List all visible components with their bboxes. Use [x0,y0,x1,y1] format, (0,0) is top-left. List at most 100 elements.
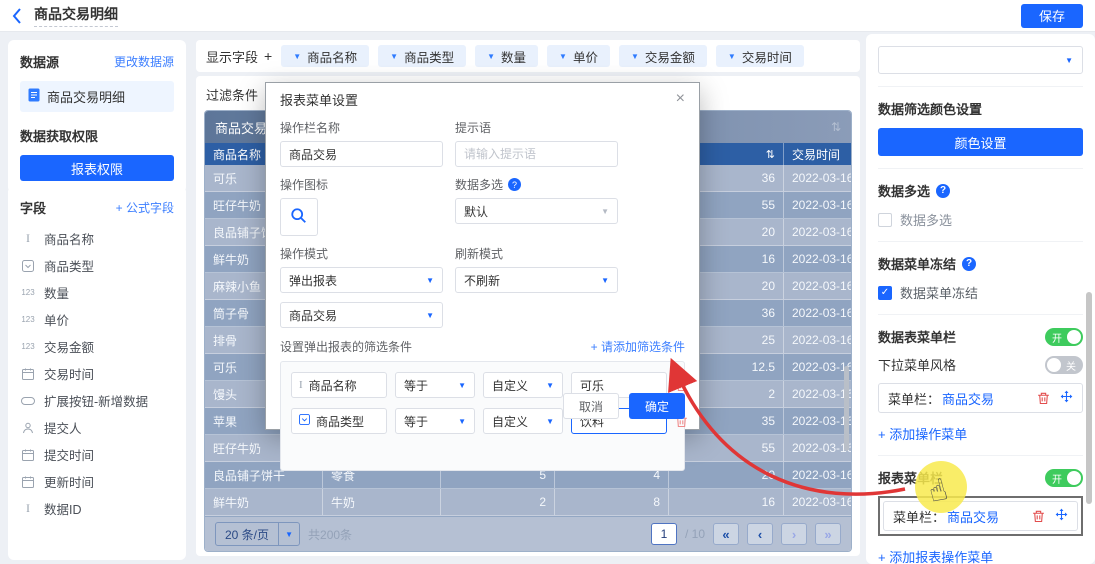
field-chip[interactable]: I商品名称 [291,372,387,398]
conditions-label: 设置弹出报表的筛选条件 [280,338,412,355]
help-icon[interactable]: ? [962,257,976,271]
chevron-down-icon: ▼ [601,207,609,216]
dropdown-style-toggle[interactable]: 关 [1045,356,1083,374]
add-report-menu-link[interactable]: + 添加报表操作菜单 [878,547,1083,564]
trash-icon[interactable] [1037,392,1050,405]
save-button[interactable]: 保存 [1021,4,1083,28]
chevron-down-icon: ▼ [293,52,301,61]
icon-picker-button[interactable] [280,198,318,236]
tip-label: 提示语 [455,119,618,136]
operator-select[interactable]: 等于▼ [395,372,475,398]
action-name-label: 操作栏名称 [280,119,443,136]
field-item[interactable]: I商品名称 [20,225,174,252]
value-type-select[interactable]: 自定义▼ [483,372,563,398]
field-chip[interactable]: ▼商品类型 [378,45,466,67]
field-chip[interactable]: ▼交易时间 [716,45,804,67]
tip-input[interactable] [455,141,618,167]
next-page-button[interactable]: › [781,523,807,545]
mode-select[interactable]: 弹出报表▼ [280,267,443,293]
report-menu-settings-modal: 报表菜单设置 × 操作栏名称 提示语 操作图标 数据多选? 默认▼ [265,82,700,430]
chevron-down-icon: ▼ [278,523,299,545]
field-item[interactable]: 提交人 [20,414,174,441]
dropdown-style-label: 下拉菜单风格 [878,355,956,374]
last-page-button[interactable]: » [815,523,841,545]
field-item[interactable]: 商品类型 [20,252,174,279]
field-item[interactable]: 更新时间 [20,468,174,495]
help-icon[interactable]: ? [936,184,950,198]
refresh-label: 刷新模式 [455,245,618,262]
first-page-button[interactable]: « [713,523,739,545]
number-icon: 123 [20,288,36,297]
table-scrollbar[interactable] [844,366,849,451]
delete-condition-icon[interactable] [675,379,688,392]
field-item[interactable]: 扩展按钮-新增数据 [20,387,174,414]
multi-select[interactable]: 默认▼ [455,198,618,224]
back-icon[interactable] [12,8,22,24]
formula-field-link[interactable]: + 公式字段 [116,199,174,216]
action-name-input[interactable] [280,141,443,167]
add-menu-link[interactable]: + 添加操作菜单 [878,424,1083,443]
page-input[interactable]: 1 [651,523,677,545]
confirm-button[interactable]: 确定 [629,393,685,419]
report-menu-item-box[interactable]: 菜单栏： 商品交易 [883,501,1078,531]
page-count: / 10 [685,527,705,541]
page-size-select[interactable]: 20 条/页 ▼ [215,522,300,546]
color-settings-button[interactable]: 颜色设置 [878,128,1083,156]
help-icon[interactable]: ? [508,178,521,191]
search-icon [290,207,308,228]
checkbox-unchecked-icon[interactable] [878,213,892,227]
field-chip[interactable]: ▼交易金额 [619,45,707,67]
multi-select-title: 数据多选 [878,181,930,200]
mode-label: 操作模式 [280,245,443,262]
field-item[interactable]: 123数量 [20,279,174,306]
add-condition-link[interactable]: + 请添加筛选条件 [591,338,685,355]
panel-top-select[interactable]: ▼ [878,46,1083,74]
field-item[interactable]: 提交时间 [20,441,174,468]
field-chip[interactable]: ▼数量 [475,45,538,67]
checkbox-checked-icon[interactable]: ✓ [878,286,892,300]
field-chip[interactable]: 商品类型 [291,408,387,434]
report-permission-button[interactable]: 报表权限 [20,155,174,181]
sort-icon[interactable]: ⇅ [831,120,841,134]
move-icon[interactable] [1060,390,1073,406]
field-item[interactable]: 交易时间 [20,360,174,387]
add-field-icon[interactable]: + [264,48,272,64]
pagination-bar: 20 条/页 ▼ 共200条 1 / 10 « ‹ › » [205,516,851,551]
operator-select[interactable]: 等于▼ [395,408,475,434]
report-menu-toggle[interactable]: 开 [1045,469,1083,487]
field-chip[interactable]: ▼商品名称 [281,45,369,67]
prev-page-button[interactable]: ‹ [747,523,773,545]
trash-icon[interactable] [1032,510,1045,523]
report-select[interactable]: 商品交易▼ [280,302,443,328]
report-menu-item-highlight: 菜单栏： 商品交易 [878,496,1083,536]
filter-label: 过滤条件 [206,85,258,104]
value-type-select[interactable]: 自定义▼ [483,408,563,434]
field-item[interactable]: 123交易金额 [20,333,174,360]
move-icon[interactable] [1055,508,1068,524]
multi-select-checkbox-row[interactable]: 数据多选 [878,210,1083,229]
column-header[interactable]: 交易时间 [784,143,851,165]
sort-icon[interactable]: ⇅ [766,148,775,161]
chevron-down-icon: ▼ [390,52,398,61]
permission-title: 数据获取权限 [20,126,174,145]
display-fields-label: 显示字段 [206,47,258,66]
modal-title: 报表菜单设置 [280,90,358,109]
change-datasource-link[interactable]: 更改数据源 [114,53,174,70]
datasource-card: 数据源 更改数据源 商品交易明细 数据获取权限 报表权限 [8,40,186,193]
field-item[interactable]: 123单价 [20,306,174,333]
chevron-down-icon: ▼ [426,311,434,320]
table-row[interactable]: 鲜牛奶牛奶28162022-03-16 15: [205,489,851,516]
menu-freeze-checkbox-row[interactable]: ✓ 数据菜单冻结 [878,283,1083,302]
field-item[interactable]: I数据ID [20,495,174,522]
close-icon[interactable]: × [676,91,685,107]
page-title: 商品交易明细 [34,4,118,27]
cancel-button[interactable]: 取消 [563,393,619,419]
settings-panel: ▼ 数据筛选颜色设置 颜色设置 数据多选? 数据多选 数据菜单冻结? ✓ 数据菜… [866,34,1095,564]
table-menu-toggle[interactable]: 开 [1045,328,1083,346]
panel-scrollbar[interactable] [1086,292,1092,504]
refresh-select[interactable]: 不刷新▼ [455,267,618,293]
datasource-item[interactable]: 商品交易明细 [20,81,174,112]
field-chip[interactable]: ▼单价 [547,45,610,67]
menu-item-box[interactable]: 菜单栏： 商品交易 [878,383,1083,413]
chevron-down-icon: ▼ [559,52,567,61]
